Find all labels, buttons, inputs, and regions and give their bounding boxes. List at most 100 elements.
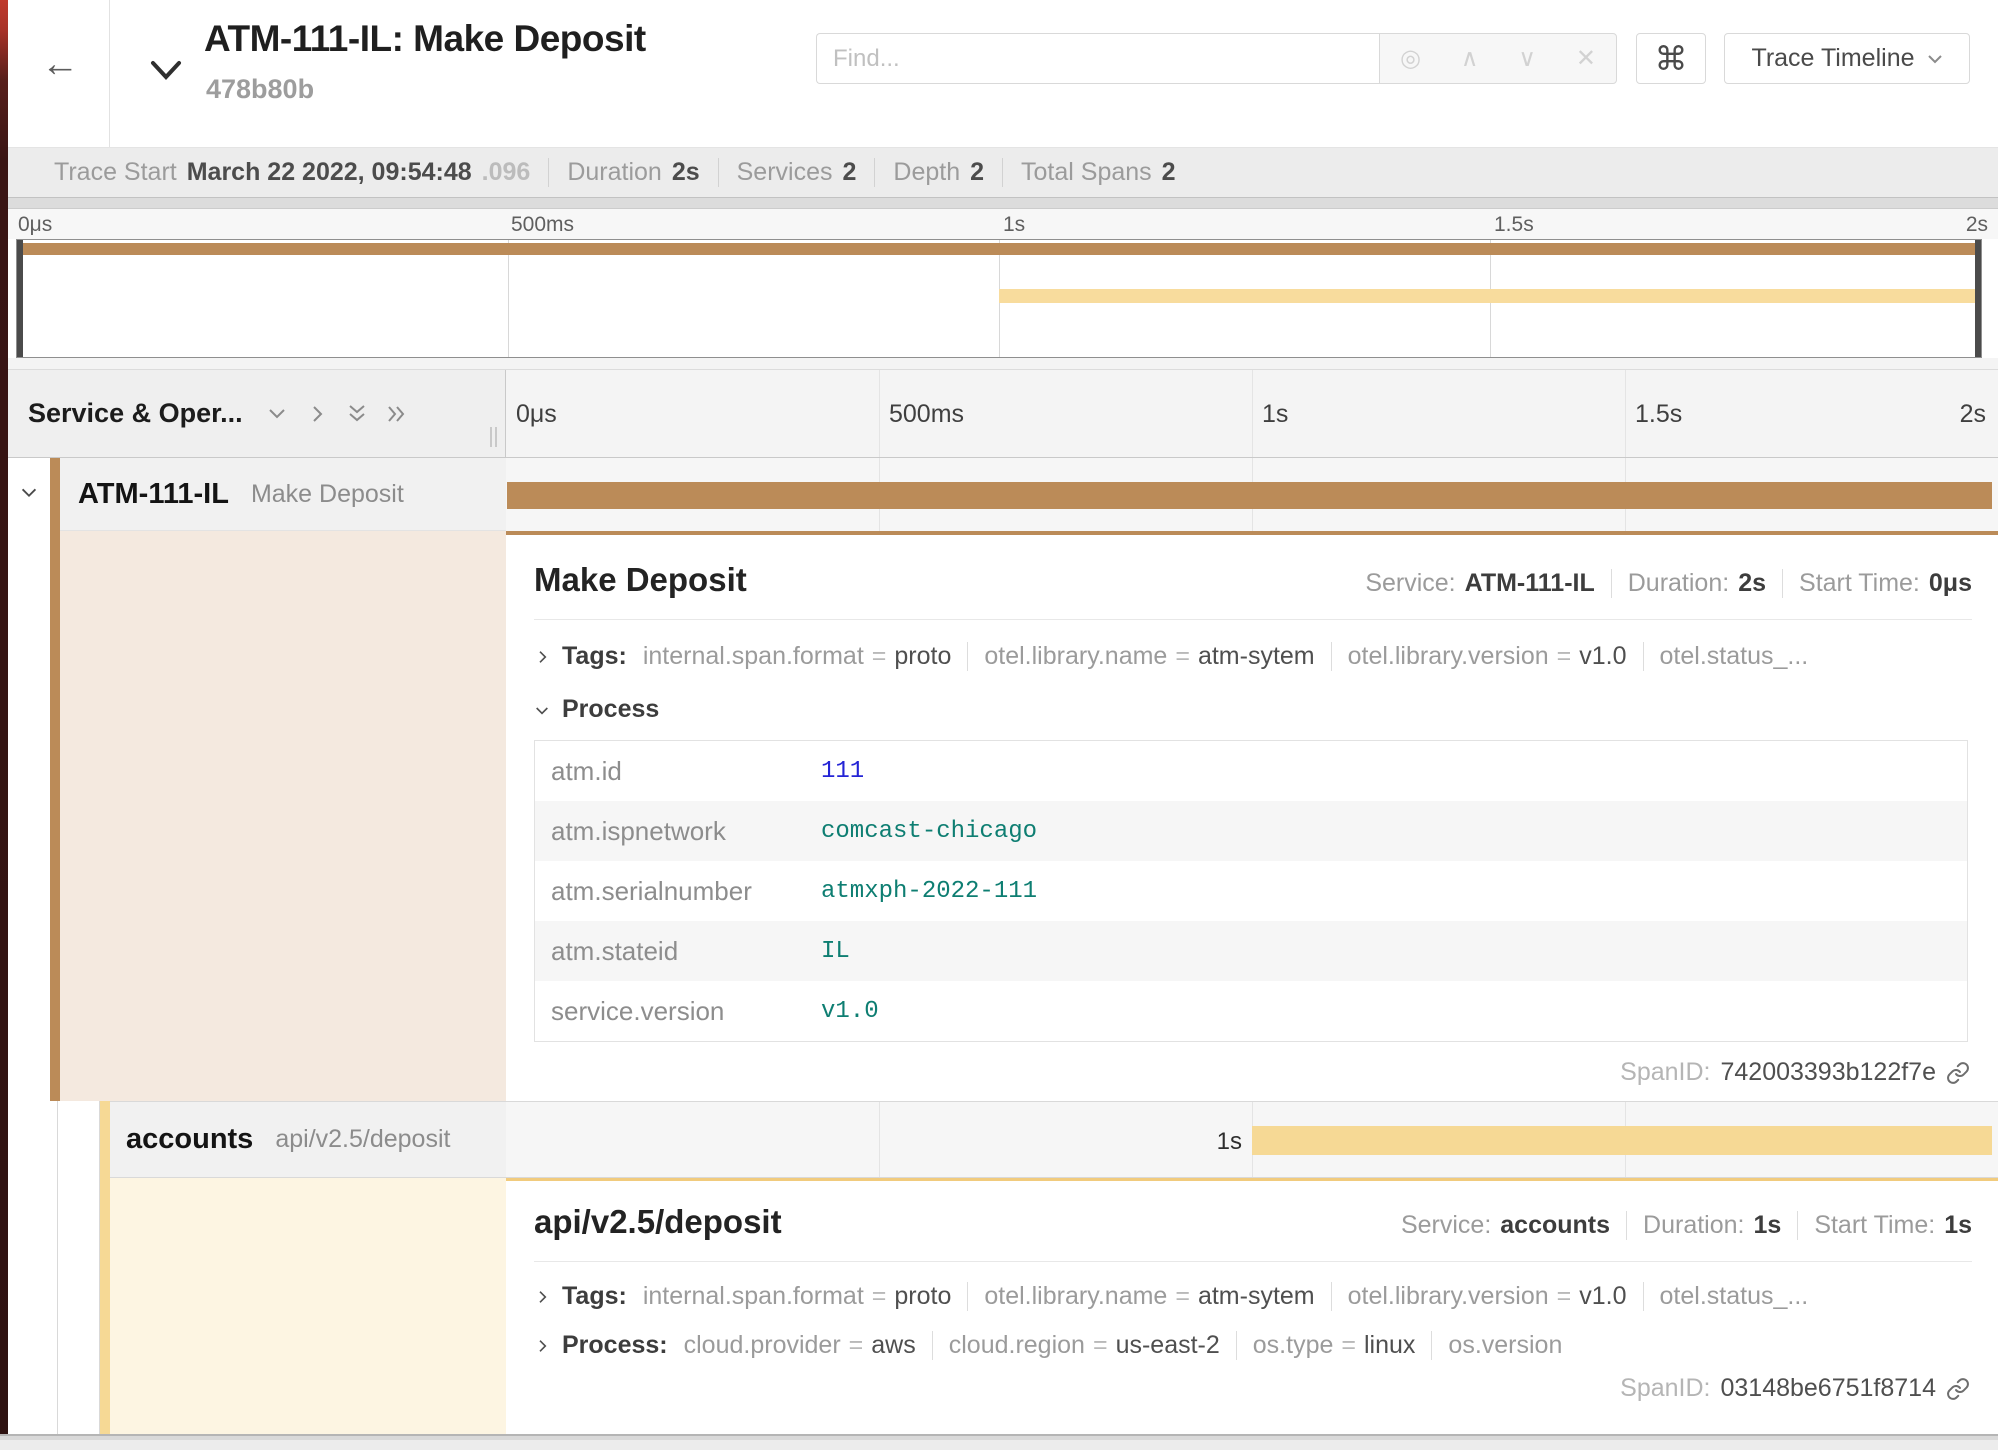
detail-indent bbox=[58, 1178, 100, 1434]
axis-tick: 1.5s bbox=[1635, 400, 1682, 429]
axis-tick: 2s bbox=[1960, 400, 1986, 429]
service-operation-title: Service & Oper... bbox=[28, 398, 243, 429]
detail-service: Service: accounts bbox=[1401, 1211, 1610, 1240]
expand-one-button[interactable] bbox=[305, 401, 329, 427]
detail-divider bbox=[534, 619, 1972, 620]
column-resize-grip[interactable] bbox=[490, 427, 497, 447]
span-color-strip-atm bbox=[50, 531, 60, 1101]
detail-title-row: api/v2.5/deposit Service: accounts Durat… bbox=[534, 1203, 1972, 1241]
collapse-span-button[interactable] bbox=[18, 482, 40, 504]
find-input[interactable] bbox=[816, 33, 1379, 84]
chevron-right-icon bbox=[305, 402, 329, 426]
collapse-all-button[interactable] bbox=[345, 401, 369, 427]
span-row-indent bbox=[58, 1101, 100, 1178]
span-color-strip-accounts bbox=[100, 1101, 110, 1178]
span-bar-accounts[interactable] bbox=[1252, 1126, 1992, 1155]
span-id-row: SpanID: 03148be6751f8714 bbox=[534, 1374, 1972, 1403]
double-chevron-right-icon bbox=[385, 402, 409, 426]
copy-span-link-button[interactable] bbox=[1946, 1377, 1970, 1401]
chevron-right-icon bbox=[534, 1289, 550, 1305]
detail-start-time: Start Time: 0μs bbox=[1782, 569, 1972, 598]
detail-start-time: Start Time: 1s bbox=[1797, 1211, 1972, 1240]
span-track-atm bbox=[506, 458, 1998, 531]
tags-label: Tags: bbox=[562, 1282, 627, 1311]
chevron-down-icon bbox=[18, 482, 40, 504]
span-bar-time-label: 1s bbox=[1217, 1128, 1242, 1156]
chevron-right-icon bbox=[534, 1338, 550, 1354]
axis-gridline bbox=[879, 370, 880, 457]
minimap-tick: 1s bbox=[1003, 213, 1025, 237]
process-label: Process: bbox=[562, 1331, 668, 1360]
minimap-tick: 0μs bbox=[18, 213, 52, 237]
service-operation-header: Service & Oper... bbox=[8, 370, 506, 458]
keyboard-shortcuts-button[interactable]: ⌘ bbox=[1636, 33, 1706, 84]
axis-gridline bbox=[879, 1102, 880, 1177]
page-title: ATM-111-IL: Make Deposit bbox=[204, 18, 646, 60]
link-icon bbox=[1946, 1061, 1970, 1085]
tag-item: otel.library.version = v1.0 bbox=[1331, 642, 1643, 671]
collapse-one-button[interactable] bbox=[265, 401, 289, 427]
detail-duration: Duration: 1s bbox=[1626, 1211, 1781, 1240]
table-row: atm.stateid IL bbox=[535, 921, 1967, 981]
detail-tint-atm bbox=[60, 531, 506, 1101]
tags-row[interactable]: Tags: internal.span.format = proto otel.… bbox=[534, 642, 1972, 671]
minimap-right-handle[interactable] bbox=[1975, 240, 1981, 357]
process-row[interactable]: Process bbox=[534, 695, 1972, 724]
detail-divider bbox=[534, 1261, 1972, 1262]
axis-tick: 0μs bbox=[516, 400, 557, 429]
table-row: atm.ispnetwork comcast-chicago bbox=[535, 801, 1967, 861]
process-item: cloud.region = us-east-2 bbox=[932, 1331, 1236, 1360]
minimap-tick: 2s bbox=[1966, 213, 1988, 237]
span-color-strip-atm bbox=[50, 458, 60, 531]
match-target-icon[interactable]: ◎ bbox=[1400, 47, 1421, 71]
process-row[interactable]: Process: cloud.provider = aws cloud.regi… bbox=[534, 1331, 1972, 1360]
collapse-trace-button[interactable] bbox=[146, 52, 190, 88]
chevron-down-icon bbox=[1927, 53, 1943, 65]
span-operation-name: Make Deposit bbox=[251, 480, 404, 509]
view-selector-label: Trace Timeline bbox=[1751, 44, 1914, 73]
minimap-gridline bbox=[508, 240, 509, 357]
process-item: cloud.provider = aws bbox=[684, 1331, 932, 1360]
detail-meta: Service: accounts Duration: 1s Start Tim… bbox=[1401, 1211, 1972, 1240]
prev-match-icon[interactable]: ∧ bbox=[1461, 47, 1479, 71]
tag-item: otel.status_... bbox=[1643, 1282, 1825, 1311]
span-bar-atm[interactable] bbox=[507, 482, 1992, 509]
detail-indent bbox=[8, 1178, 58, 1434]
span-service-name: accounts bbox=[126, 1123, 253, 1156]
span-service-name: ATM-111-IL bbox=[78, 478, 229, 511]
bottom-divider bbox=[0, 1434, 1998, 1450]
copy-span-link-button[interactable] bbox=[1946, 1061, 1970, 1085]
minimap-tick-labels: 0μs 500ms 1s 1.5s 2s bbox=[8, 209, 1998, 239]
span-row-accounts[interactable]: accounts api/v2.5/deposit bbox=[110, 1101, 506, 1178]
summary-depth: Depth 2 bbox=[874, 158, 1002, 187]
table-row: atm.serialnumber atmxph-2022-111 bbox=[535, 861, 1967, 921]
process-item: os.version bbox=[1431, 1331, 1578, 1360]
trace-summary-bar: Trace Start March 22 2022, 09:54:48.096 … bbox=[8, 148, 1998, 197]
minimap-lower-strip bbox=[8, 358, 1998, 370]
span-row-indent bbox=[8, 1101, 58, 1178]
tags-label: Tags: bbox=[562, 642, 627, 671]
tag-item: otel.library.version = v1.0 bbox=[1331, 1282, 1643, 1311]
span-id-row: SpanID: 742003393b122f7e bbox=[534, 1058, 1972, 1087]
span-detail-accounts: api/v2.5/deposit Service: accounts Durat… bbox=[506, 1178, 1998, 1434]
clear-search-icon[interactable]: ✕ bbox=[1576, 47, 1596, 71]
expand-all-button[interactable] bbox=[385, 401, 409, 427]
next-match-icon[interactable]: ∨ bbox=[1518, 47, 1536, 71]
span-color-strip-accounts bbox=[100, 1178, 110, 1434]
minimap-tick: 1.5s bbox=[1494, 213, 1534, 237]
summary-duration: Duration 2s bbox=[548, 158, 717, 187]
back-column: ← bbox=[8, 0, 110, 147]
trace-view-selector[interactable]: Trace Timeline bbox=[1724, 33, 1970, 84]
detail-title-row: Make Deposit Service: ATM-111-IL Duratio… bbox=[534, 561, 1972, 599]
minimap-left-handle[interactable] bbox=[17, 240, 23, 357]
span-row-atm[interactable]: ATM-111-IL Make Deposit bbox=[60, 458, 506, 531]
detail-operation-title: api/v2.5/deposit bbox=[534, 1203, 782, 1241]
process-item: os.type = linux bbox=[1236, 1331, 1432, 1360]
span-detail-atm: Make Deposit Service: ATM-111-IL Duratio… bbox=[506, 531, 1998, 1101]
tags-row[interactable]: Tags: internal.span.format = proto otel.… bbox=[534, 1282, 1972, 1311]
back-button[interactable]: ← bbox=[30, 38, 90, 90]
timeline-minimap[interactable] bbox=[16, 239, 1982, 358]
axis-tick: 1s bbox=[1262, 400, 1288, 429]
process-table: atm.id 111 atm.ispnetwork comcast-chicag… bbox=[534, 740, 1968, 1042]
minimap-span-bar-atm bbox=[23, 243, 1975, 255]
